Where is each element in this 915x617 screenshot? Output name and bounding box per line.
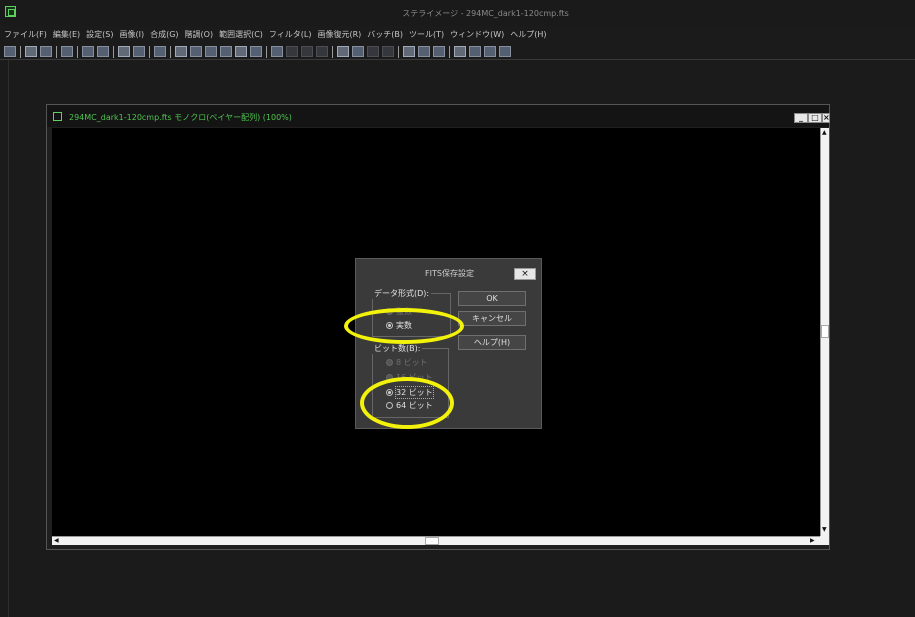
toolbar-separator [56, 45, 57, 58]
image-window-title: 294MC_dark1-120cmp.fts モノクロ(ベイヤー配列) (100… [69, 113, 292, 122]
dialog-close-button[interactable]: × [514, 268, 536, 280]
info-icon[interactable] [154, 46, 166, 57]
menu-window[interactable]: ウィンドウ(W) [450, 29, 504, 41]
levels-icon[interactable] [301, 46, 313, 57]
vertical-scrollbar[interactable]: ▲ ▼ [820, 128, 829, 536]
menu-tools[interactable]: ツール(T) [409, 29, 444, 41]
compare-icon[interactable] [118, 46, 130, 57]
scroll-up-icon[interactable]: ▲ [822, 129, 827, 137]
scroll-left-icon[interactable]: ◀ [54, 537, 59, 545]
menu-composite[interactable]: 合成(G) [150, 29, 178, 41]
zoom-out-icon[interactable] [418, 46, 430, 57]
menu-edit[interactable]: 編集(E) [53, 29, 80, 41]
data-format-label: データ形式(D): [372, 288, 432, 299]
toolbar-separator [77, 45, 78, 58]
flat-icon[interactable] [235, 46, 247, 57]
resize-grip-icon[interactable] [820, 536, 829, 545]
toolbar-separator [170, 45, 171, 58]
toolbar-separator [113, 45, 114, 58]
radio-8bit-dot [386, 359, 393, 366]
menu-file[interactable]: ファイル(F) [4, 29, 47, 41]
menu-bar: ファイル(F) 編集(E) 設定(S) 画像(I) 合成(G) 階調(O) 範囲… [4, 29, 547, 41]
vertical-scroll-thumb[interactable] [821, 325, 829, 338]
ok-button[interactable]: OK [458, 291, 526, 306]
highlight-ellipse-real [344, 308, 464, 344]
toolbar-separator [266, 45, 267, 58]
chart-icon[interactable] [454, 46, 466, 57]
grid-icon[interactable] [97, 46, 109, 57]
open-icon[interactable] [4, 46, 16, 57]
menu-batch[interactable]: バッチ(B) [367, 29, 403, 41]
scroll-right-icon[interactable]: ▶ [810, 537, 815, 545]
radio-8bit[interactable]: 8 ビット [386, 357, 428, 368]
filter-icon[interactable] [337, 46, 349, 57]
menu-image[interactable]: 画像(I) [119, 29, 144, 41]
toolbar-separator [149, 45, 150, 58]
toolbar-separator [449, 45, 450, 58]
stack-icon[interactable] [220, 46, 232, 57]
close-button[interactable]: × [822, 113, 830, 123]
sparkle-icon[interactable] [499, 46, 511, 57]
radio-8bit-label: 8 ビット [396, 358, 428, 367]
bits-label: ビット数(B): [372, 343, 423, 354]
maximize-button[interactable]: □ [808, 113, 822, 123]
menu-tone[interactable]: 階調(O) [185, 29, 214, 41]
histogram-icon[interactable] [271, 46, 283, 57]
monitor-icon[interactable] [484, 46, 496, 57]
menu-help[interactable]: ヘルプ(H) [510, 29, 546, 41]
horizontal-scroll-thumb[interactable] [425, 537, 439, 545]
scroll-down-icon[interactable]: ▼ [822, 526, 827, 534]
align-icon[interactable] [205, 46, 217, 57]
zoom-in-icon[interactable] [403, 46, 415, 57]
curves-icon[interactable] [352, 46, 364, 57]
toolbar-separator [398, 45, 399, 58]
star-icon[interactable] [316, 46, 328, 57]
window-title: ステライメージ - 294MC_dark1-120cmp.fts [402, 9, 569, 18]
horizontal-scrollbar[interactable]: ◀ ▶ [52, 536, 820, 545]
mountain-icon[interactable] [175, 46, 187, 57]
minimize-button[interactable]: _ [794, 113, 808, 123]
image-window-titlebar[interactable]: 294MC_dark1-120cmp.fts モノクロ(ベイヤー配列) (100… [47, 105, 830, 127]
title-bar: ステライメージ - 294MC_dark1-120cmp.fts [0, 0, 915, 26]
menu-restore[interactable]: 画像復元(R) [317, 29, 361, 41]
batch-icon[interactable] [61, 46, 73, 57]
toolbar-separator [20, 45, 21, 58]
toolbar-separator [332, 45, 333, 58]
image-window-icon[interactable] [53, 112, 62, 121]
circle-icon[interactable] [382, 46, 394, 57]
deconv-icon[interactable] [367, 46, 379, 57]
highlight-ellipse-bits [360, 377, 454, 429]
image-list-icon[interactable] [82, 46, 94, 57]
toolbar [0, 44, 915, 60]
cancel-button[interactable]: キャンセル [458, 311, 526, 326]
network-icon[interactable] [469, 46, 481, 57]
composite-icon[interactable] [190, 46, 202, 57]
menu-filter[interactable]: フィルタ(L) [269, 29, 312, 41]
frame-icon[interactable] [133, 46, 145, 57]
save-as-icon[interactable] [40, 46, 52, 57]
menu-settings[interactable]: 設定(S) [86, 29, 113, 41]
square-icon[interactable] [250, 46, 262, 57]
palette-icon[interactable] [433, 46, 445, 57]
dots-icon[interactable] [286, 46, 298, 57]
help-button[interactable]: ヘルプ(H) [458, 335, 526, 350]
save-icon[interactable] [25, 46, 37, 57]
menu-range-select[interactable]: 範囲選択(C) [219, 29, 263, 41]
